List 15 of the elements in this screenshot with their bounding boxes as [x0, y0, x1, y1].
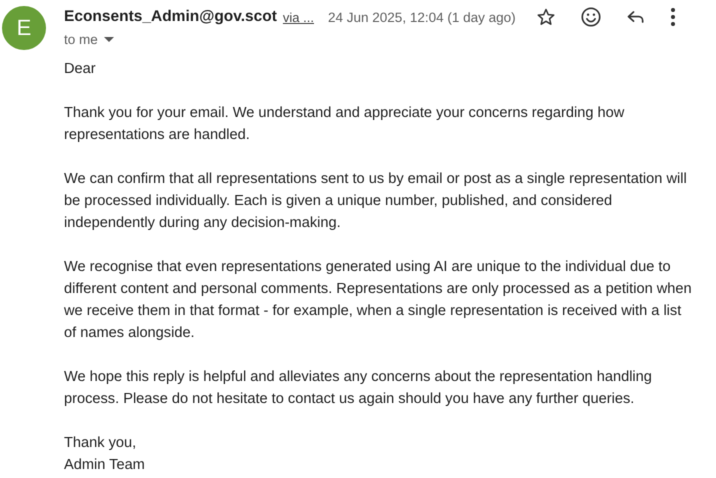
email-paragraph: Thank you, Admin Team [64, 434, 146, 475]
dropdown-icon[interactable] [104, 36, 114, 42]
email-paragraph: Dear [64, 60, 97, 79]
email-paragraph: We hope this reply is helpful and alleviates any concerns about the representation handling process. Please do not hesitate to contact us again should you have any further queries. [64, 368, 653, 409]
email-paragraph: We can confirm that all representations sent to us by email or post as a single representation will be processed individually. Each is given a unique number, published, and considered independently during any decision-making. [64, 170, 688, 233]
emoji-icon[interactable] [580, 6, 602, 28]
recipient-label: to me [64, 32, 98, 47]
email-paragraph: We recognise that even representations generated using AI are unique to the individual due to different content and personal comments. Representations are only processed as a petition when we receive them in that format - for example, when a single representation is received with a list of names alongside. [64, 258, 693, 343]
sender-name: Econsents_Admin@gov.scot [64, 8, 277, 26]
sender-avatar: E [2, 6, 46, 50]
email-date: 24 Jun 2025, 12:04 (1 day ago) [328, 10, 516, 24]
via-link[interactable]: via ... [282, 10, 314, 24]
email-paragraph: Thank you for your email. We understand and appreciate your concerns regarding how representations are handled. [64, 104, 626, 145]
more-icon[interactable] [670, 7, 676, 27]
star-icon[interactable] [536, 7, 556, 27]
